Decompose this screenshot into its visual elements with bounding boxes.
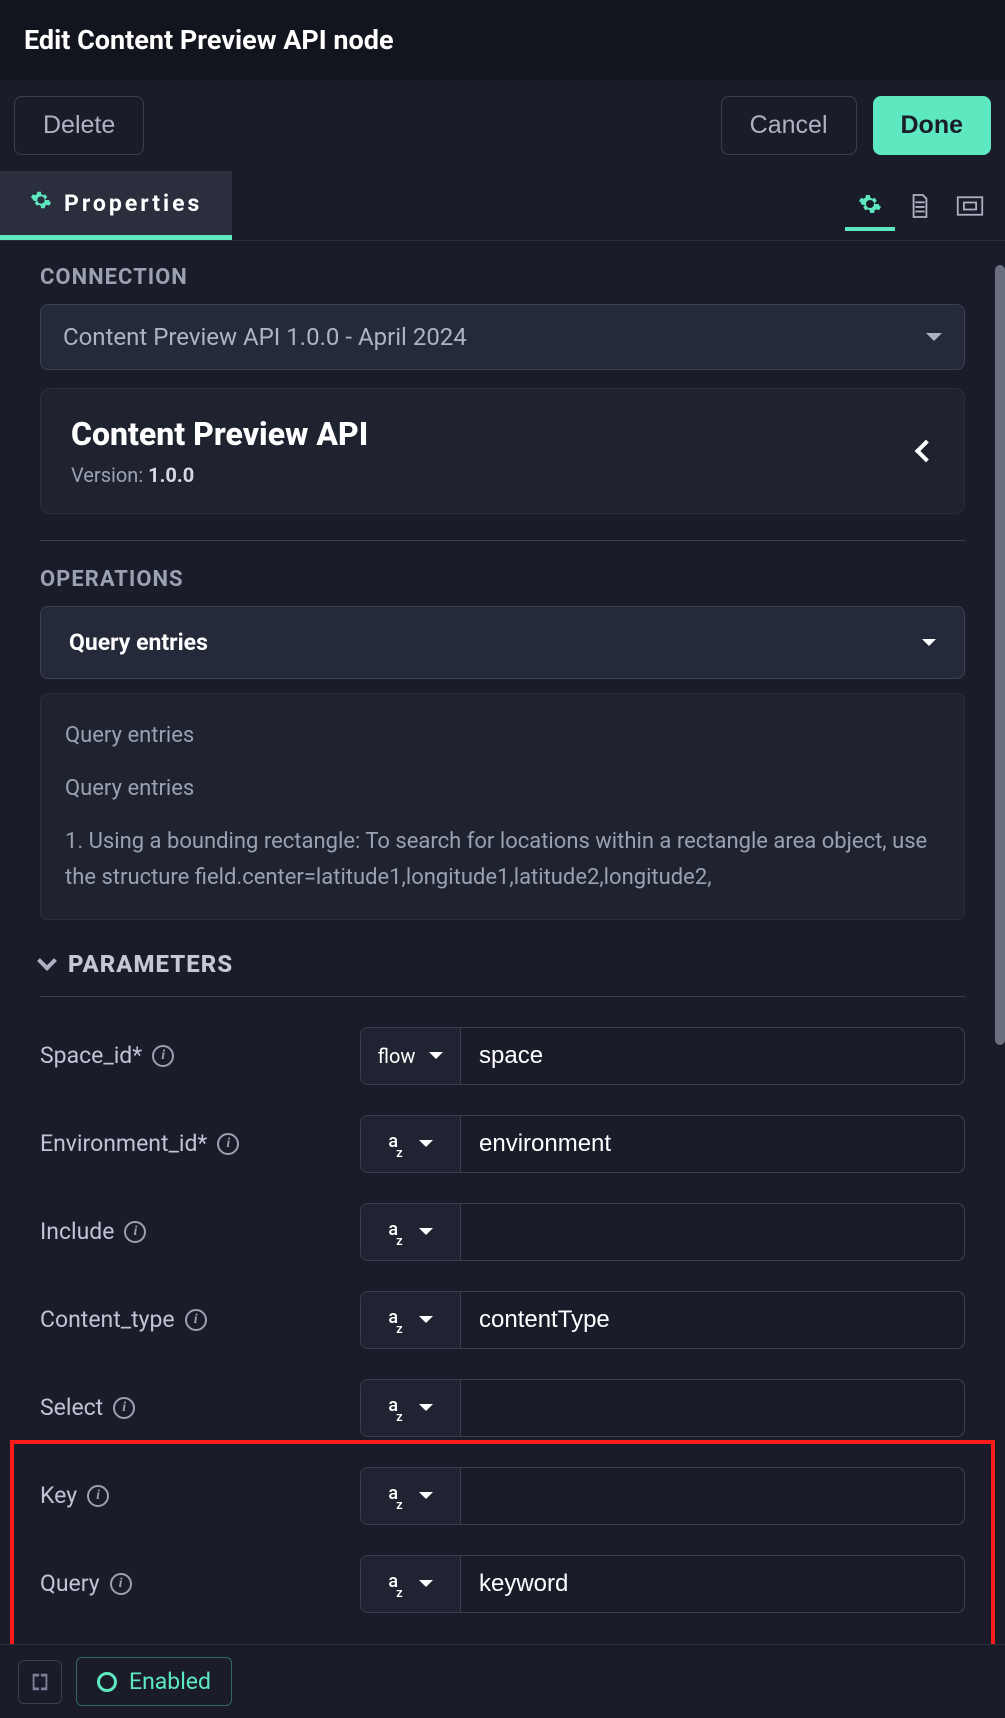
- caret-down-icon: [926, 333, 942, 341]
- caret-down-icon: [419, 1228, 433, 1235]
- op-desc-sub: Query entries: [65, 771, 940, 806]
- param-label: Environment_id*i: [40, 1130, 360, 1157]
- scrollbar-thumb[interactable]: [995, 265, 1005, 1045]
- info-icon[interactable]: i: [152, 1045, 174, 1067]
- param-label: Queryi: [40, 1570, 360, 1597]
- chevron-down-icon: [37, 951, 57, 971]
- param-row: Keyiaz: [40, 1467, 965, 1525]
- parameters-section-toggle[interactable]: PARAMETERS: [40, 950, 965, 978]
- delete-button[interactable]: Delete: [14, 96, 144, 155]
- param-input[interactable]: [461, 1028, 964, 1084]
- param-label: Space_id*i: [40, 1042, 360, 1069]
- param-input[interactable]: [461, 1556, 964, 1612]
- param-input[interactable]: [461, 1116, 964, 1172]
- done-button[interactable]: Done: [873, 96, 992, 155]
- op-desc-title: Query entries: [65, 718, 940, 753]
- connection-card: Content Preview API Version: 1.0.0: [40, 388, 965, 514]
- param-input-wrap: flow: [360, 1027, 965, 1085]
- param-input-wrap: az: [360, 1115, 965, 1173]
- param-label: Content_typei: [40, 1306, 360, 1333]
- circle-icon: [97, 1672, 117, 1692]
- docs-button[interactable]: [18, 1660, 62, 1704]
- param-input[interactable]: [461, 1468, 964, 1524]
- version-value: 1.0.0: [148, 463, 194, 487]
- param-input-wrap: az: [360, 1379, 965, 1437]
- caret-down-icon: [419, 1316, 433, 1323]
- action-bar: Delete Cancel Done: [0, 80, 1005, 171]
- operation-description: Query entries Query entries 1. Using a b…: [40, 693, 965, 920]
- footer: Enabled: [0, 1644, 1005, 1718]
- op-desc-text: 1. Using a bounding rectangle: To search…: [65, 824, 940, 894]
- param-input-wrap: az: [360, 1291, 965, 1349]
- param-input[interactable]: [461, 1204, 964, 1260]
- enabled-label: Enabled: [129, 1668, 211, 1695]
- param-row: Queryiaz: [40, 1555, 965, 1613]
- connection-title: Content Preview API: [71, 415, 368, 453]
- caret-down-icon: [419, 1140, 433, 1147]
- settings-view-icon[interactable]: [845, 181, 895, 231]
- param-label: Selecti: [40, 1394, 360, 1421]
- connection-dropdown[interactable]: Content Preview API 1.0.0 - April 2024: [40, 304, 965, 370]
- operations-label: OPERATIONS: [40, 567, 965, 592]
- type-select[interactable]: az: [361, 1556, 461, 1612]
- divider: [40, 996, 965, 997]
- caret-down-icon: [429, 1052, 443, 1059]
- modal-title: Edit Content Preview API node: [0, 0, 1005, 80]
- caret-down-icon: [922, 639, 936, 646]
- info-icon[interactable]: i: [110, 1573, 132, 1595]
- type-select[interactable]: az: [361, 1468, 461, 1524]
- gear-icon: [30, 189, 52, 217]
- type-select[interactable]: az: [361, 1204, 461, 1260]
- connection-value: Content Preview API 1.0.0 - April 2024: [63, 323, 467, 351]
- type-select[interactable]: flow: [361, 1028, 461, 1084]
- operations-dropdown[interactable]: Query entries: [40, 606, 965, 679]
- tabs-row: Properties: [0, 171, 1005, 241]
- caret-down-icon: [419, 1404, 433, 1411]
- type-select[interactable]: az: [361, 1116, 461, 1172]
- tab-label: Properties: [64, 190, 202, 217]
- modal: Edit Content Preview API node Delete Can…: [0, 0, 1005, 1718]
- param-input[interactable]: [461, 1380, 964, 1436]
- parameters-label: PARAMETERS: [68, 950, 233, 978]
- param-input-wrap: az: [360, 1203, 965, 1261]
- operations-value: Query entries: [69, 629, 208, 656]
- param-label: Includei: [40, 1218, 360, 1245]
- param-row: Content_typeiaz: [40, 1291, 965, 1349]
- param-row: Selectiaz: [40, 1379, 965, 1437]
- type-select[interactable]: az: [361, 1380, 461, 1436]
- param-input-wrap: az: [360, 1555, 965, 1613]
- type-select[interactable]: az: [361, 1292, 461, 1348]
- info-icon[interactable]: i: [87, 1485, 109, 1507]
- tab-properties[interactable]: Properties: [0, 171, 232, 240]
- info-icon[interactable]: i: [124, 1221, 146, 1243]
- group-view-icon[interactable]: [945, 181, 995, 231]
- chevron-left-icon[interactable]: [915, 440, 938, 463]
- caret-down-icon: [419, 1492, 433, 1499]
- info-icon[interactable]: i: [113, 1397, 135, 1419]
- param-label: Keyi: [40, 1482, 360, 1509]
- cancel-button[interactable]: Cancel: [721, 96, 857, 155]
- divider: [40, 540, 965, 541]
- connection-label: CONNECTION: [40, 265, 965, 290]
- info-icon[interactable]: i: [185, 1309, 207, 1331]
- param-row: Environment_id*iaz: [40, 1115, 965, 1173]
- info-icon[interactable]: i: [217, 1133, 239, 1155]
- document-view-icon[interactable]: [895, 181, 945, 231]
- param-input-wrap: az: [360, 1467, 965, 1525]
- content-panel: CONNECTION Content Preview API 1.0.0 - A…: [0, 241, 1005, 1689]
- version-label: Version:: [71, 463, 143, 487]
- param-row: Includeiaz: [40, 1203, 965, 1261]
- enabled-toggle[interactable]: Enabled: [76, 1657, 232, 1706]
- param-input[interactable]: [461, 1292, 964, 1348]
- param-row: Space_id*iflow: [40, 1027, 965, 1085]
- caret-down-icon: [419, 1580, 433, 1587]
